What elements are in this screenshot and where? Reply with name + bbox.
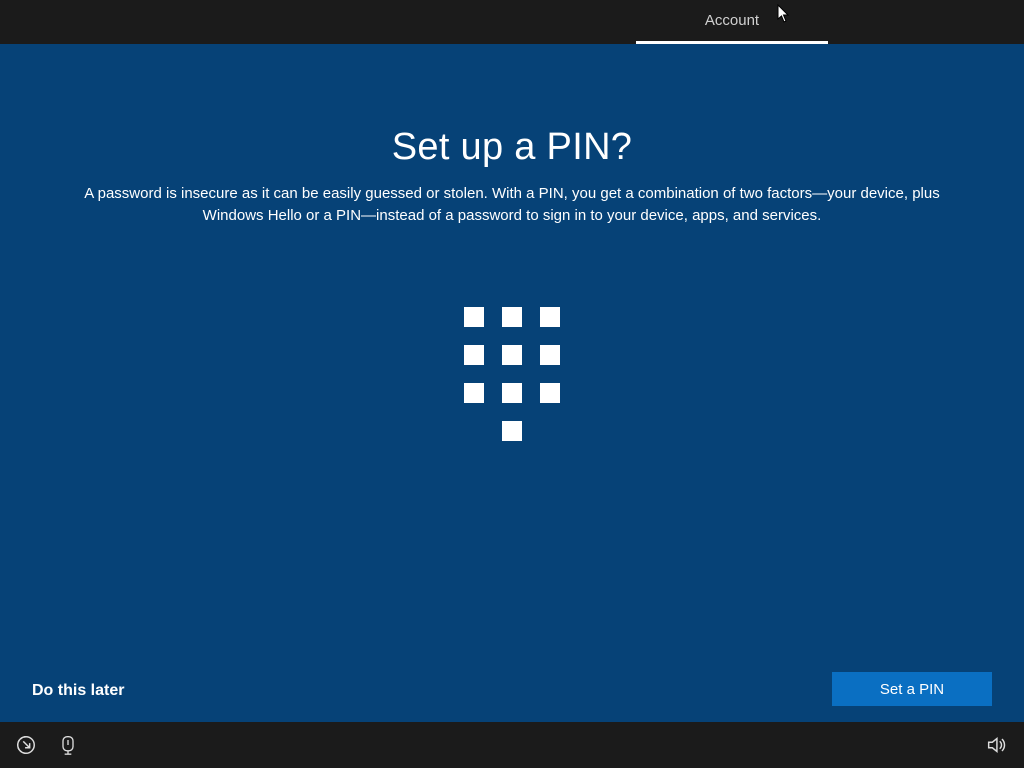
keypad-icon bbox=[464, 307, 560, 441]
set-a-pin-label: Set a PIN bbox=[880, 681, 944, 698]
page-title: Set up a PIN? bbox=[0, 44, 1024, 169]
tab-account-label: Account bbox=[705, 12, 759, 29]
do-this-later-label: Do this later bbox=[32, 682, 124, 699]
set-a-pin-button[interactable]: Set a PIN bbox=[832, 672, 992, 706]
volume-icon[interactable] bbox=[978, 722, 1014, 768]
page-description: A password is insecure as it can be easi… bbox=[52, 183, 972, 227]
main-content: Set up a PIN? A password is insecure as … bbox=[0, 44, 1024, 722]
bottom-bar bbox=[0, 722, 1024, 768]
do-this-later-link[interactable]: Do this later bbox=[32, 682, 124, 700]
ease-of-access-icon[interactable] bbox=[8, 722, 44, 768]
tab-account[interactable]: Account bbox=[636, 0, 828, 44]
ime-icon[interactable] bbox=[50, 722, 86, 768]
top-bar: Account bbox=[0, 0, 1024, 44]
